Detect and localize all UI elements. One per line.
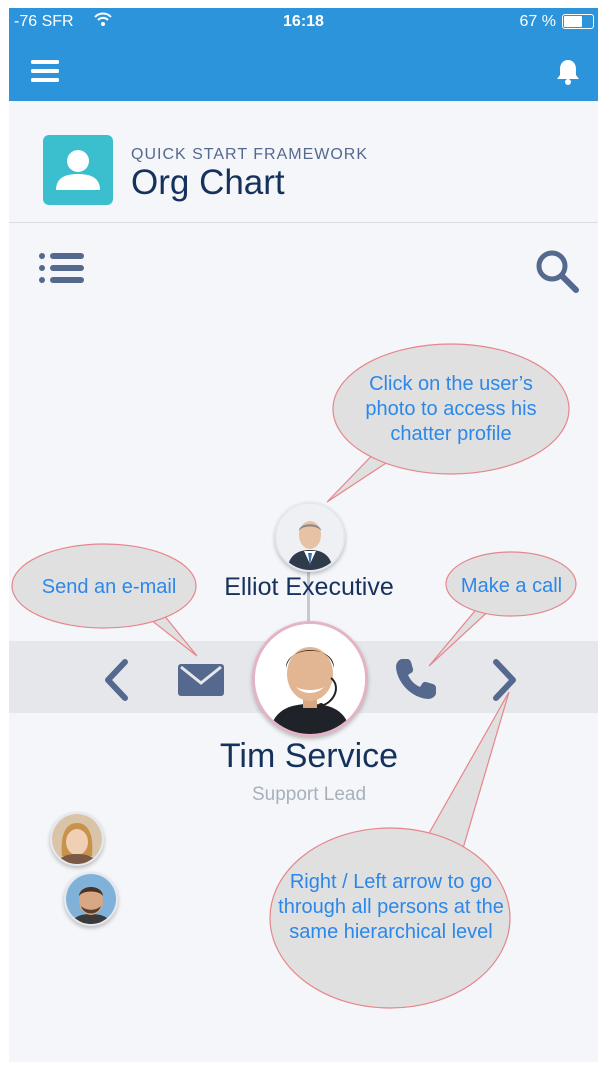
callout-bubble-call (428, 551, 577, 667)
callout-photo-text: Click on the user’s photo to access his … (365, 373, 537, 445)
callout-bubble-arrows (269, 691, 511, 1009)
callout-bubble-email (11, 543, 198, 657)
callout-call-text: Make a call (460, 575, 563, 597)
phone-screen: -76 SFR 16:18 67 % QUICK START FRAMEWORK… (9, 8, 598, 1062)
callout-tail (428, 605, 495, 667)
callout-email-text: Send an e-mail (41, 576, 177, 598)
callout-arrows-text: Right / Left arrow to go through all per… (278, 871, 504, 943)
